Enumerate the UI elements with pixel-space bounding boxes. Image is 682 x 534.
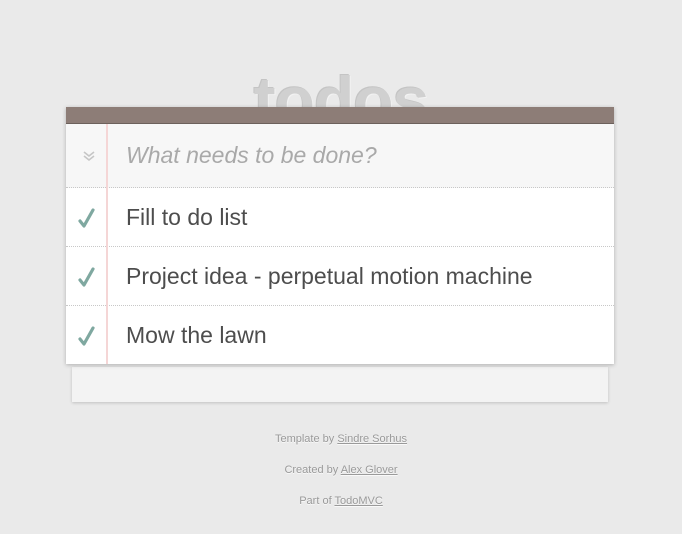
footer-part-prefix: Part of	[299, 495, 335, 507]
alex-glover-link[interactable]: Alex Glover	[341, 464, 398, 476]
todomvc-link[interactable]: TodoMVC	[334, 495, 382, 507]
info-footer: Template by Sindre Sorhus Created by Ale…	[0, 432, 682, 525]
header-bar	[66, 107, 614, 124]
footer-template-credit: Template by Sindre Sorhus	[0, 432, 682, 446]
todo-item[interactable]: Mow the lawn	[66, 306, 614, 364]
margin-line	[106, 124, 108, 364]
todo-app: Fill to do list Project idea - perpetual…	[66, 107, 614, 364]
footer-author-credit: Created by Alex Glover	[0, 463, 682, 477]
footer-author-prefix: Created by	[284, 464, 341, 476]
footer-part-of: Part of TodoMVC	[0, 494, 682, 508]
todo-label[interactable]: Project idea - perpetual motion machine	[126, 247, 533, 305]
checkmark-icon[interactable]	[74, 202, 102, 232]
double-chevron-down-icon[interactable]	[76, 144, 102, 168]
todo-list: Fill to do list Project idea - perpetual…	[66, 188, 614, 364]
checkmark-icon[interactable]	[74, 261, 102, 291]
toggle-all-chevrons	[83, 151, 95, 162]
todo-label[interactable]: Mow the lawn	[126, 306, 267, 364]
todo-item[interactable]: Fill to do list	[66, 188, 614, 247]
footer-template-prefix: Template by	[274, 433, 338, 445]
paper-stack-shadow	[72, 367, 608, 402]
todo-label[interactable]: Fill to do list	[126, 188, 247, 246]
checkmark-icon[interactable]	[74, 320, 102, 350]
todo-item[interactable]: Project idea - perpetual motion machine	[66, 247, 614, 306]
new-todo-input[interactable]	[126, 134, 596, 176]
sindre-sorhus-link[interactable]: Sindre Sorhus	[337, 433, 407, 445]
new-todo-row	[66, 124, 614, 188]
